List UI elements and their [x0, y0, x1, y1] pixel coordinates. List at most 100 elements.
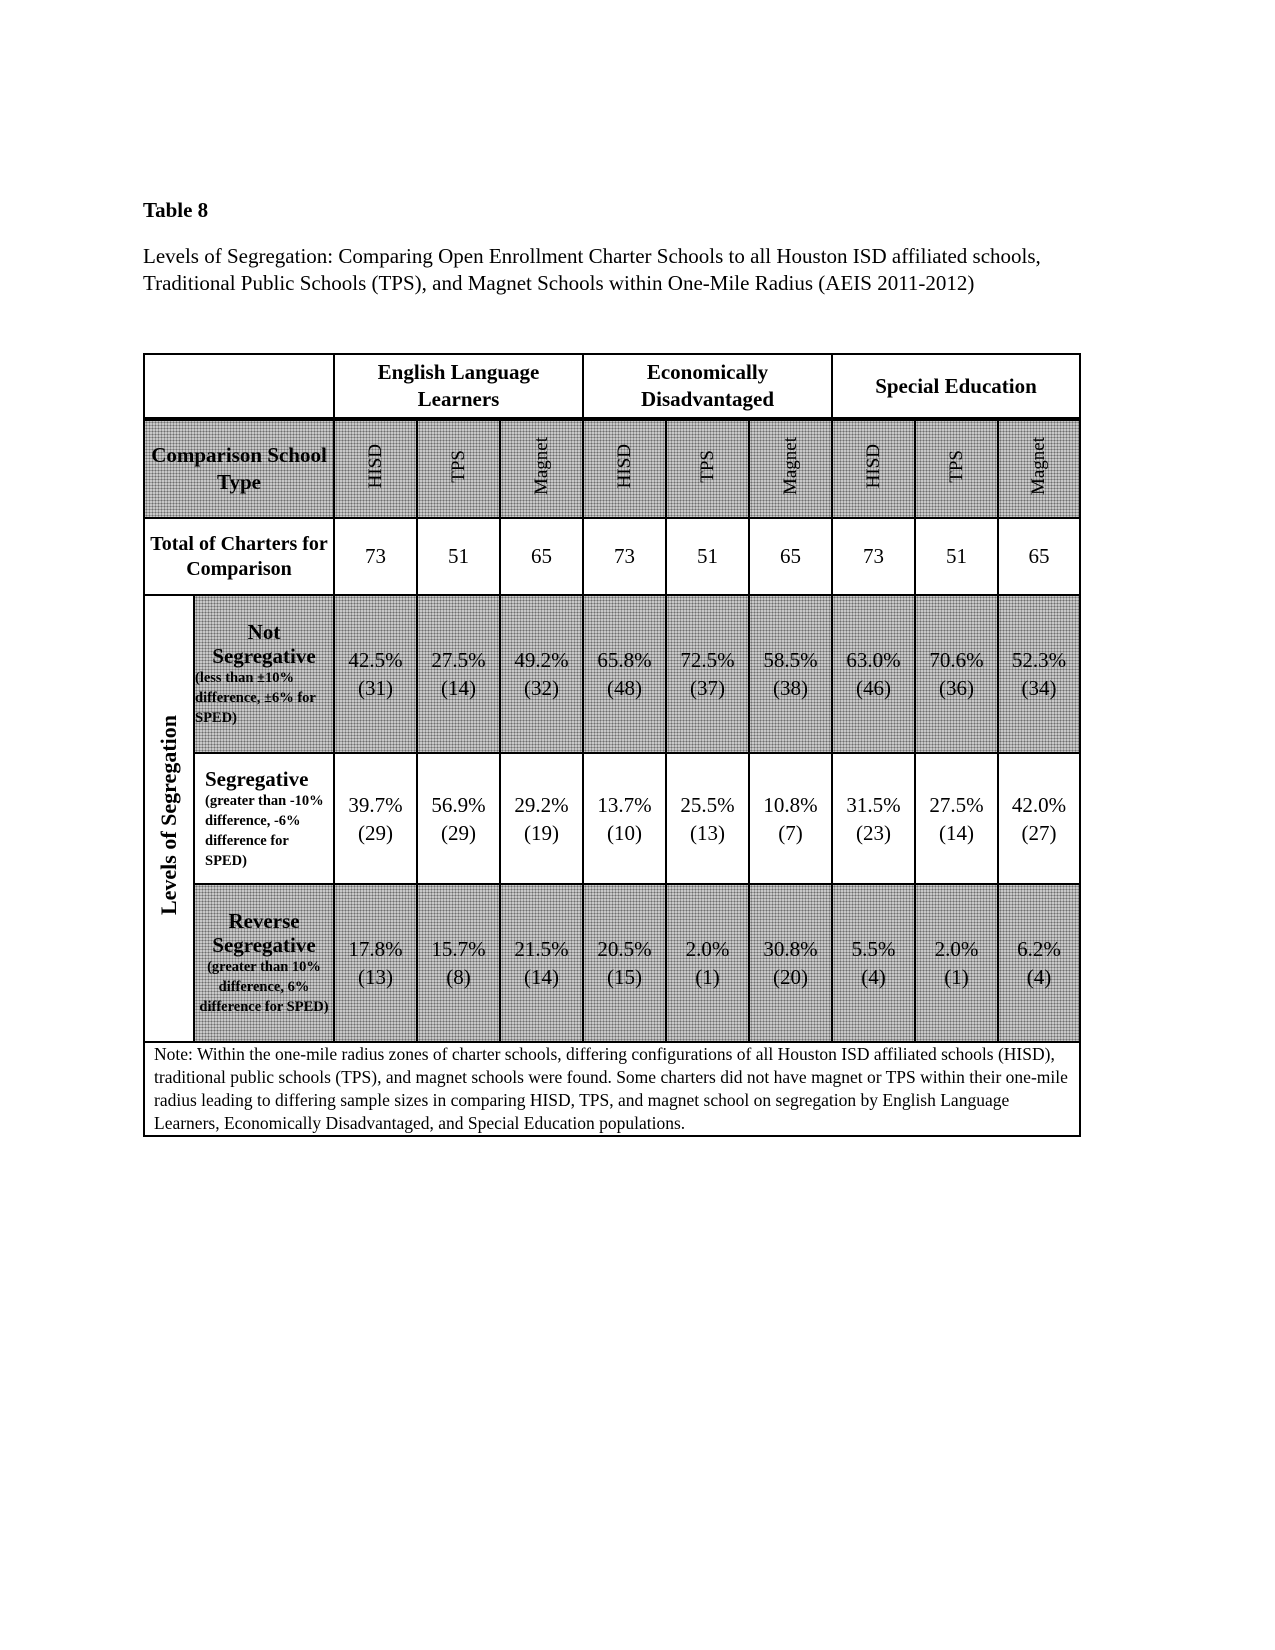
count-value: (1): [944, 965, 969, 989]
level-description: (less than ±10% difference, ±6% for SPED…: [195, 670, 316, 726]
data-cell: 27.5% (14): [914, 752, 999, 885]
data-cell: 5.5% (4): [831, 883, 916, 1043]
percent-value: 42.5%: [348, 648, 403, 672]
school-type-label: TPS: [696, 450, 718, 483]
table-caption: Levels of Segregation: Comparing Open En…: [143, 244, 1041, 295]
school-type-label: TPS: [447, 450, 469, 483]
level-label-cell: Segregative (greater than -10% differenc…: [193, 752, 335, 885]
school-type-header: Magnet: [748, 417, 833, 519]
total-cell: 73: [831, 517, 916, 596]
note-row: Note: Within the one-mile radius zones o…: [142, 1041, 1082, 1137]
count-value: (7): [778, 820, 803, 845]
data-cell: 39.7% (29): [333, 752, 418, 885]
data-cell: 13.7% (10): [582, 752, 667, 885]
percent-value: 27.5%: [431, 648, 486, 672]
data-cell: 63.0% (46): [831, 594, 916, 754]
total-cell: 65: [499, 517, 584, 596]
level-label-cell: Reverse Segregative (greater than 10% di…: [193, 883, 335, 1043]
count-value: (13): [690, 820, 725, 845]
school-type-header: TPS: [914, 417, 999, 519]
count-value: (32): [524, 676, 559, 700]
percent-value: 13.7%: [597, 792, 652, 817]
school-type-header: TPS: [416, 417, 501, 519]
school-type-label: HISD: [862, 444, 884, 489]
data-cell: 42.0% (27): [996, 752, 1082, 885]
level-title: Not Segregative: [212, 620, 316, 668]
data-cell: 6.2% (4): [996, 883, 1082, 1043]
table-number-label: Table 8: [143, 198, 209, 222]
data-cell: 2.0% (1): [914, 883, 999, 1043]
percent-value: 5.5%: [851, 937, 896, 961]
count-value: (14): [524, 965, 559, 989]
count-value: (31): [358, 676, 393, 700]
count-value: (46): [856, 676, 891, 700]
school-type-header: TPS: [665, 417, 750, 519]
total-cell: 73: [333, 517, 418, 596]
group-header-econ: Economically Disadvantaged: [582, 353, 833, 420]
count-value: (14): [441, 676, 476, 700]
percent-value: 31.5%: [846, 792, 901, 817]
school-type-header: HISD: [582, 417, 667, 519]
count-value: (13): [358, 965, 393, 989]
total-cell: 73: [582, 517, 667, 596]
data-cell: 17.8% (13): [333, 883, 418, 1043]
table-row-segregative: Segregative (greater than -10% differenc…: [144, 752, 1082, 885]
percent-value: 17.8%: [348, 937, 403, 961]
count-value: (38): [773, 676, 808, 700]
levels-of-segregation-text: Levels of Segregation: [156, 715, 181, 916]
count-value: (27): [1021, 820, 1057, 845]
count-value: (8): [446, 965, 471, 989]
percent-value: 25.5%: [680, 792, 735, 817]
total-charters-label: Total of Charters for Comparison: [143, 517, 335, 596]
data-cell: 2.0% (1): [665, 883, 750, 1043]
data-cell: 72.5% (37): [665, 594, 750, 754]
count-value: (37): [690, 676, 725, 700]
school-type-header: Magnet: [499, 417, 584, 519]
school-type-label: Magnet: [530, 437, 552, 496]
data-cell: 70.6% (36): [914, 594, 999, 754]
level-title: Reverse Segregative: [212, 909, 316, 957]
percent-value: 72.5%: [680, 648, 735, 672]
percent-value: 70.6%: [929, 648, 984, 672]
percent-value: 49.2%: [514, 648, 569, 672]
school-type-label: HISD: [613, 444, 635, 489]
percent-value: 65.8%: [597, 648, 652, 672]
count-value: (19): [524, 820, 559, 845]
table-row-reverse-segregative: Reverse Segregative (greater than 10% di…: [144, 883, 1082, 1043]
empty-corner-cell: [143, 353, 335, 420]
school-type-label: Magnet: [1028, 437, 1050, 496]
count-value: (1): [695, 965, 720, 989]
count-value: (4): [861, 965, 886, 989]
percent-value: 42.0%: [1011, 792, 1067, 817]
data-cell: 58.5% (38): [748, 594, 833, 754]
percent-value: 58.5%: [763, 648, 818, 672]
percent-value: 39.7%: [348, 792, 403, 817]
totals-row: Total of Charters for Comparison 73 51 6…: [143, 517, 1082, 596]
percent-value: 30.8%: [763, 937, 818, 961]
school-type-label: HISD: [364, 444, 386, 489]
level-description: (greater than -10% difference, -6% diffe…: [205, 792, 324, 869]
level-title: Segregative: [205, 766, 309, 791]
data-cell: 30.8% (20): [748, 883, 833, 1043]
school-type-label: TPS: [945, 450, 967, 483]
percent-value: 27.5%: [929, 792, 984, 817]
count-value: (20): [773, 965, 808, 989]
table-row-not-segregative: Levels of Segregation Not Segregative (l…: [143, 594, 1082, 1043]
data-cell: 42.5% (31): [333, 594, 418, 754]
total-cell: 51: [665, 517, 750, 596]
data-cell: 20.5% (15): [582, 883, 667, 1043]
data-cell: 29.2% (19): [499, 752, 584, 885]
count-value: (48): [607, 676, 642, 700]
percent-value: 2.0%: [685, 937, 730, 961]
group-header-row: English Language Learners Economically D…: [143, 353, 1082, 420]
data-cell: 56.9% (29): [416, 752, 501, 885]
group-header-ell: English Language Learners: [333, 353, 584, 420]
data-cell: 27.5% (14): [416, 594, 501, 754]
table-note: Note: Within the one-mile radius zones o…: [142, 1041, 1082, 1137]
data-cell: 52.3% (34): [996, 594, 1082, 754]
percent-value: 20.5%: [597, 937, 652, 961]
data-cell: 65.8% (48): [582, 594, 667, 754]
school-type-header: Magnet: [996, 417, 1082, 519]
percent-value: 6.2%: [1017, 937, 1061, 961]
percent-value: 10.8%: [763, 792, 818, 817]
